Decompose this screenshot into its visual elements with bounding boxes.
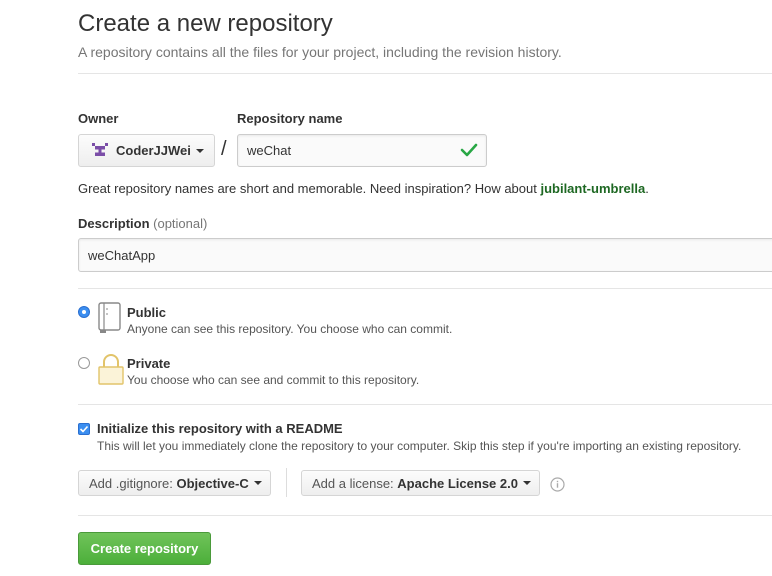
private-desc: You choose who can see and commit to thi… — [127, 373, 420, 387]
owner-select[interactable]: CoderJJWei — [78, 134, 215, 167]
description-input[interactable]: weChatApp — [78, 238, 772, 272]
identicon-avatar — [92, 142, 108, 159]
divider — [78, 515, 772, 516]
public-title: Public — [127, 305, 167, 320]
hint-text: Great repository names are short and mem… — [78, 181, 541, 196]
lock-icon — [98, 354, 124, 391]
page-title: Create a new repository — [78, 10, 333, 37]
readme-desc: This will let you immediately clone the … — [97, 439, 742, 453]
repo-name-value: weChat — [247, 143, 292, 158]
owner-label: Owner — [78, 111, 119, 126]
gitignore-select[interactable]: Add .gitignore: Objective-C — [78, 470, 271, 496]
description-label-text: Description — [78, 216, 150, 231]
license-select[interactable]: Add a license: Apache License 2.0 — [301, 470, 540, 496]
readme-label: Initialize this repository with a README — [97, 421, 343, 436]
gitignore-prefix: Add .gitignore: — [89, 475, 173, 491]
create-repository-button[interactable]: Create repository — [78, 532, 211, 565]
chevron-down-icon — [195, 148, 204, 153]
repo-name-hint: Great repository names are short and mem… — [78, 181, 649, 196]
description-label: Description (optional) — [78, 216, 207, 231]
suggested-name-link[interactable]: jubilant-umbrella — [540, 181, 645, 196]
divider — [78, 288, 772, 289]
check-icon — [460, 142, 478, 163]
optional-tag: (optional) — [153, 216, 208, 231]
private-radio[interactable] — [78, 357, 90, 369]
repo-name-input[interactable]: weChat — [237, 134, 487, 167]
info-icon[interactable] — [550, 477, 565, 497]
chevron-down-icon — [253, 481, 262, 485]
repo-name-label: Repository name — [237, 111, 343, 126]
hint-end: . — [645, 181, 649, 196]
chevron-down-icon — [522, 481, 531, 485]
private-title: Private — [127, 356, 171, 371]
owner-name: CoderJJWei — [116, 143, 191, 158]
license-value: Apache License 2.0 — [397, 475, 518, 491]
divider — [78, 404, 772, 405]
vertical-divider — [286, 468, 287, 497]
gitignore-value: Objective-C — [176, 475, 249, 491]
public-radio[interactable] — [78, 306, 90, 318]
divider — [78, 73, 772, 74]
owner-repo-separator: / — [221, 138, 227, 160]
repo-book-icon — [98, 302, 124, 339]
license-prefix: Add a license: — [312, 475, 394, 491]
checkmark-icon — [79, 425, 89, 433]
readme-checkbox[interactable] — [78, 423, 90, 435]
description-value: weChatApp — [88, 247, 156, 263]
public-desc: Anyone can see this repository. You choo… — [127, 322, 453, 336]
page-subtitle: A repository contains all the files for … — [78, 44, 562, 60]
